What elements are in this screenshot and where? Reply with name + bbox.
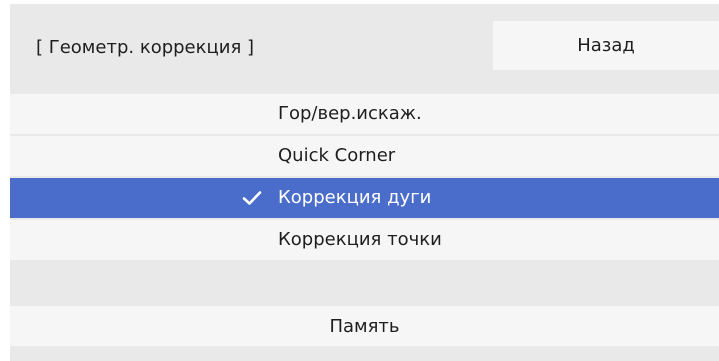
menu-spacer <box>10 262 719 302</box>
check-icon <box>241 178 263 218</box>
menu-item-label: Гор/вер.искаж. <box>278 103 422 124</box>
menu-item-quick-corner[interactable]: Quick Corner <box>10 136 719 176</box>
back-button[interactable]: Назад <box>493 21 719 70</box>
menu-header: [ Геометр. коррекция ] Назад <box>10 4 719 94</box>
menu-item-arc-correction[interactable]: Коррекция дуги <box>10 178 719 218</box>
menu-title: [ Геометр. коррекция ] <box>36 37 255 58</box>
menu-item-label: Quick Corner <box>278 145 396 166</box>
menu-item-keystone[interactable]: Гор/вер.искаж. <box>10 94 719 134</box>
menu-item-label: Коррекция дуги <box>278 187 432 208</box>
menu-item-label: Коррекция точки <box>278 229 442 250</box>
geometry-correction-menu: [ Геометр. коррекция ] Назад Гор/вер.иск… <box>10 4 719 361</box>
menu-item-point-correction[interactable]: Коррекция точки <box>10 220 719 260</box>
memory-button[interactable]: Память <box>10 306 719 346</box>
